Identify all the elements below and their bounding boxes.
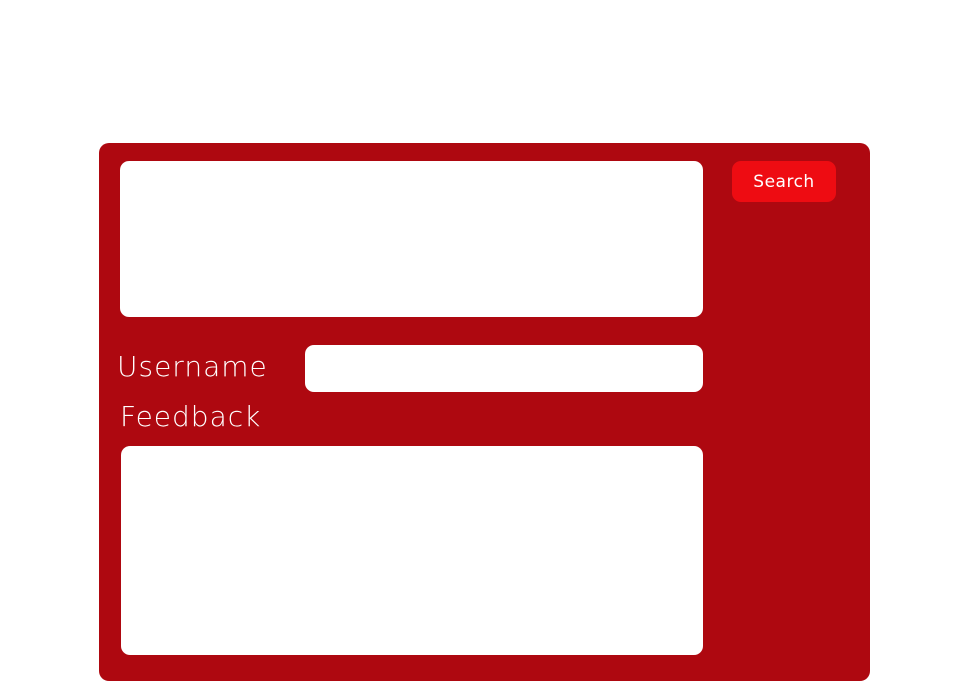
- username-input[interactable]: [305, 345, 703, 392]
- search-button[interactable]: Search: [732, 161, 836, 202]
- username-label: Username: [117, 350, 268, 383]
- search-input[interactable]: [120, 161, 703, 317]
- feedback-input[interactable]: [121, 446, 703, 655]
- feedback-label: Feedback: [120, 400, 262, 433]
